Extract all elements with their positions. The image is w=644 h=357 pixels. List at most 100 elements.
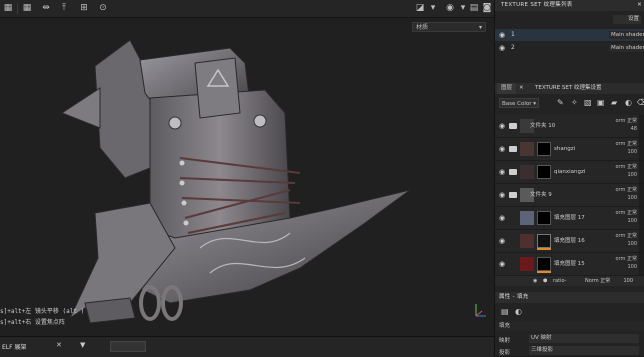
screenshot-icon[interactable]: ◙ — [481, 2, 493, 14]
channel-select[interactable]: Base Color ▾ — [499, 98, 539, 108]
layer-row[interactable]: ◉ 填充图层 15 orm 正常 100 — [495, 253, 644, 276]
shader-select[interactable]: Main shader — [609, 44, 644, 52]
blend-mode[interactable]: Norm 正常 — [585, 276, 610, 286]
environment-icon[interactable]: ◉ — [444, 2, 456, 14]
filter-icon[interactable]: ▼ — [80, 341, 85, 349]
close-icon[interactable]: ✕ — [56, 341, 62, 349]
texture-set-name: 2 — [511, 44, 515, 51]
blend-mode[interactable]: orm 正常 — [616, 186, 638, 193]
opacity-value[interactable]: 100 — [627, 218, 637, 224]
layer-row[interactable]: ◉ 填充图层 16 orm 正常 100 — [495, 230, 644, 253]
layer-name: 填充图层 16 — [554, 238, 585, 244]
mask-indicator — [537, 271, 551, 273]
blend-mode[interactable]: orm 正常 — [616, 140, 638, 147]
eye-icon[interactable]: ◉ — [499, 122, 505, 130]
add-layer-icon[interactable]: ◐ — [625, 98, 632, 107]
eye-icon[interactable]: ◉ — [499, 191, 505, 199]
blend-mode[interactable]: orm 正常 — [616, 163, 638, 170]
opacity-value[interactable]: 100 — [627, 195, 637, 201]
align-icon[interactable]: ⤒ — [58, 2, 70, 14]
opacity-value[interactable]: 100 — [627, 149, 637, 155]
effect-row[interactable]: ◉ ⬢ ratio- Norm 正常 100 — [495, 276, 644, 286]
layer-thumbnail — [520, 142, 534, 156]
fill-properties-icon[interactable]: ▤ — [501, 307, 509, 316]
tab-layers[interactable]: 图层 — [497, 83, 517, 94]
eye-icon[interactable]: ◉ — [499, 42, 505, 54]
blend-mode[interactable]: orm 正常 — [616, 232, 638, 239]
layer-scroll-strip — [639, 161, 644, 183]
right-panel: TEXTURE SET 纹理集列表 ✕ 设置 ◉ 1 Main shader ◉… — [494, 0, 644, 356]
settings-button[interactable]: 设置 — [613, 15, 641, 24]
folder-icon — [509, 123, 517, 129]
projection-select[interactable]: UV 映射 — [529, 334, 639, 343]
transform-icon[interactable]: ⊞ — [78, 2, 90, 14]
shelf-panel-header: ELF 展架 ✕ ▼ — [0, 336, 494, 357]
layer-row[interactable]: ◉ 文件夹 10 orm 正常 48 — [495, 115, 644, 138]
fill-section[interactable]: 填充 — [495, 321, 644, 331]
eye-icon[interactable]: ◉ — [499, 145, 505, 153]
layer-name: qianxiangzi — [554, 169, 586, 175]
shelf-icon[interactable]: ▤ — [468, 2, 480, 14]
add-mask-icon[interactable]: ▧ — [584, 98, 592, 107]
shelf-search-input[interactable] — [110, 341, 146, 352]
effect-name: ratio- — [553, 278, 567, 284]
eye-icon[interactable]: ◉ — [499, 214, 505, 222]
layer-tabs: 图层 ✕ TEXTURE SET 纹理集设置 — [495, 83, 644, 94]
axis-gizmo-icon — [475, 304, 486, 317]
projection-mode-select[interactable]: 三维投影 — [529, 346, 639, 355]
tab-texture-set-settings[interactable]: TEXTURE SET 纹理集设置 — [531, 83, 606, 94]
render-mode-icon[interactable]: ▾ — [427, 2, 439, 14]
properties-header: 属性 - 填充 — [495, 292, 644, 303]
layer-row[interactable]: ◉ qianxiangzi orm 正常 100 — [495, 161, 644, 184]
delete-layer-icon[interactable]: ⌫ — [637, 98, 644, 107]
properties-title: 属性 - 填充 — [499, 294, 529, 300]
effect-icon: ⬢ — [543, 278, 548, 284]
paint-brush-icon[interactable]: ✎ — [557, 98, 564, 107]
eye-icon[interactable]: ◉ — [499, 168, 505, 176]
property-label: 映射 — [499, 338, 511, 344]
eye-icon[interactable]: ◉ — [533, 276, 537, 286]
blend-mode[interactable]: orm 正常 — [616, 209, 638, 216]
add-effect-icon[interactable]: ✧ — [571, 98, 578, 107]
camera-view-icon[interactable]: ◪ — [414, 2, 426, 14]
add-fill-layer-icon[interactable]: ▣ — [597, 98, 605, 107]
opacity-value[interactable]: 100 — [627, 264, 637, 270]
texture-set-row[interactable]: ◉ 2 Main shader — [495, 42, 644, 54]
history-icon[interactable]: ⊙ — [97, 2, 109, 14]
layout-grid-icon[interactable]: ▦ — [21, 2, 33, 14]
boot-model[interactable] — [0, 18, 494, 336]
layer-thumbnail — [520, 165, 534, 179]
viewport-toolbar: ▦ ▦ ⇹ ⤒ ⊞ ⊙ ◪ ▾ ◉ ▾ ▤ ◙ — [0, 0, 494, 18]
layer-scroll-strip — [639, 230, 644, 252]
eye-icon[interactable]: ◉ — [499, 29, 505, 41]
close-icon[interactable]: ✕ — [515, 83, 528, 94]
close-icon[interactable]: ✕ — [637, 0, 642, 11]
shader-select[interactable]: Main shader — [609, 31, 644, 39]
texture-set-list-title: TEXTURE SET 纹理集列表 — [501, 2, 573, 8]
layer-row[interactable]: ◉ 文件夹 9 orm 正常 100 — [495, 184, 644, 207]
folder-icon — [509, 146, 517, 152]
layer-scroll-strip — [639, 138, 644, 160]
opacity-value[interactable]: 100 — [623, 276, 633, 286]
property-label: 投影 — [499, 350, 511, 356]
grid-view-icon[interactable]: ▦ — [2, 2, 14, 14]
channel-select-label: Base Color — [502, 101, 532, 107]
symmetry-icon[interactable]: ⇹ — [40, 2, 52, 14]
add-folder-icon[interactable]: ▰ — [611, 98, 617, 107]
layer-row[interactable]: ◉ shangzi orm 正常 100 — [495, 138, 644, 161]
texture-set-row[interactable]: ◉ 1 Main shader — [495, 29, 644, 41]
opacity-value[interactable]: 100 — [627, 172, 637, 178]
opacity-value[interactable]: 48 — [631, 126, 637, 132]
blend-mode[interactable]: orm 正常 — [616, 117, 638, 124]
3d-viewport[interactable]: 材质 ▾ s]+alt+左 镜头平移 (alt) s]+alt+右 设置焦点阵 — [0, 18, 494, 336]
blend-mode[interactable]: orm 正常 — [616, 255, 638, 262]
chevron-down-icon: ▾ — [533, 101, 536, 107]
eye-icon[interactable]: ◉ — [499, 237, 505, 245]
mask-thumbnail — [537, 211, 551, 225]
folder-icon — [509, 192, 517, 198]
material-icon[interactable]: ◐ — [515, 307, 522, 316]
layer-row[interactable]: ◉ 填充图层 17 orm 正常 100 — [495, 207, 644, 230]
eye-icon[interactable]: ◉ — [499, 260, 505, 268]
shelf-title: ELF 展架 — [2, 344, 27, 351]
opacity-value[interactable]: 100 — [627, 241, 637, 247]
